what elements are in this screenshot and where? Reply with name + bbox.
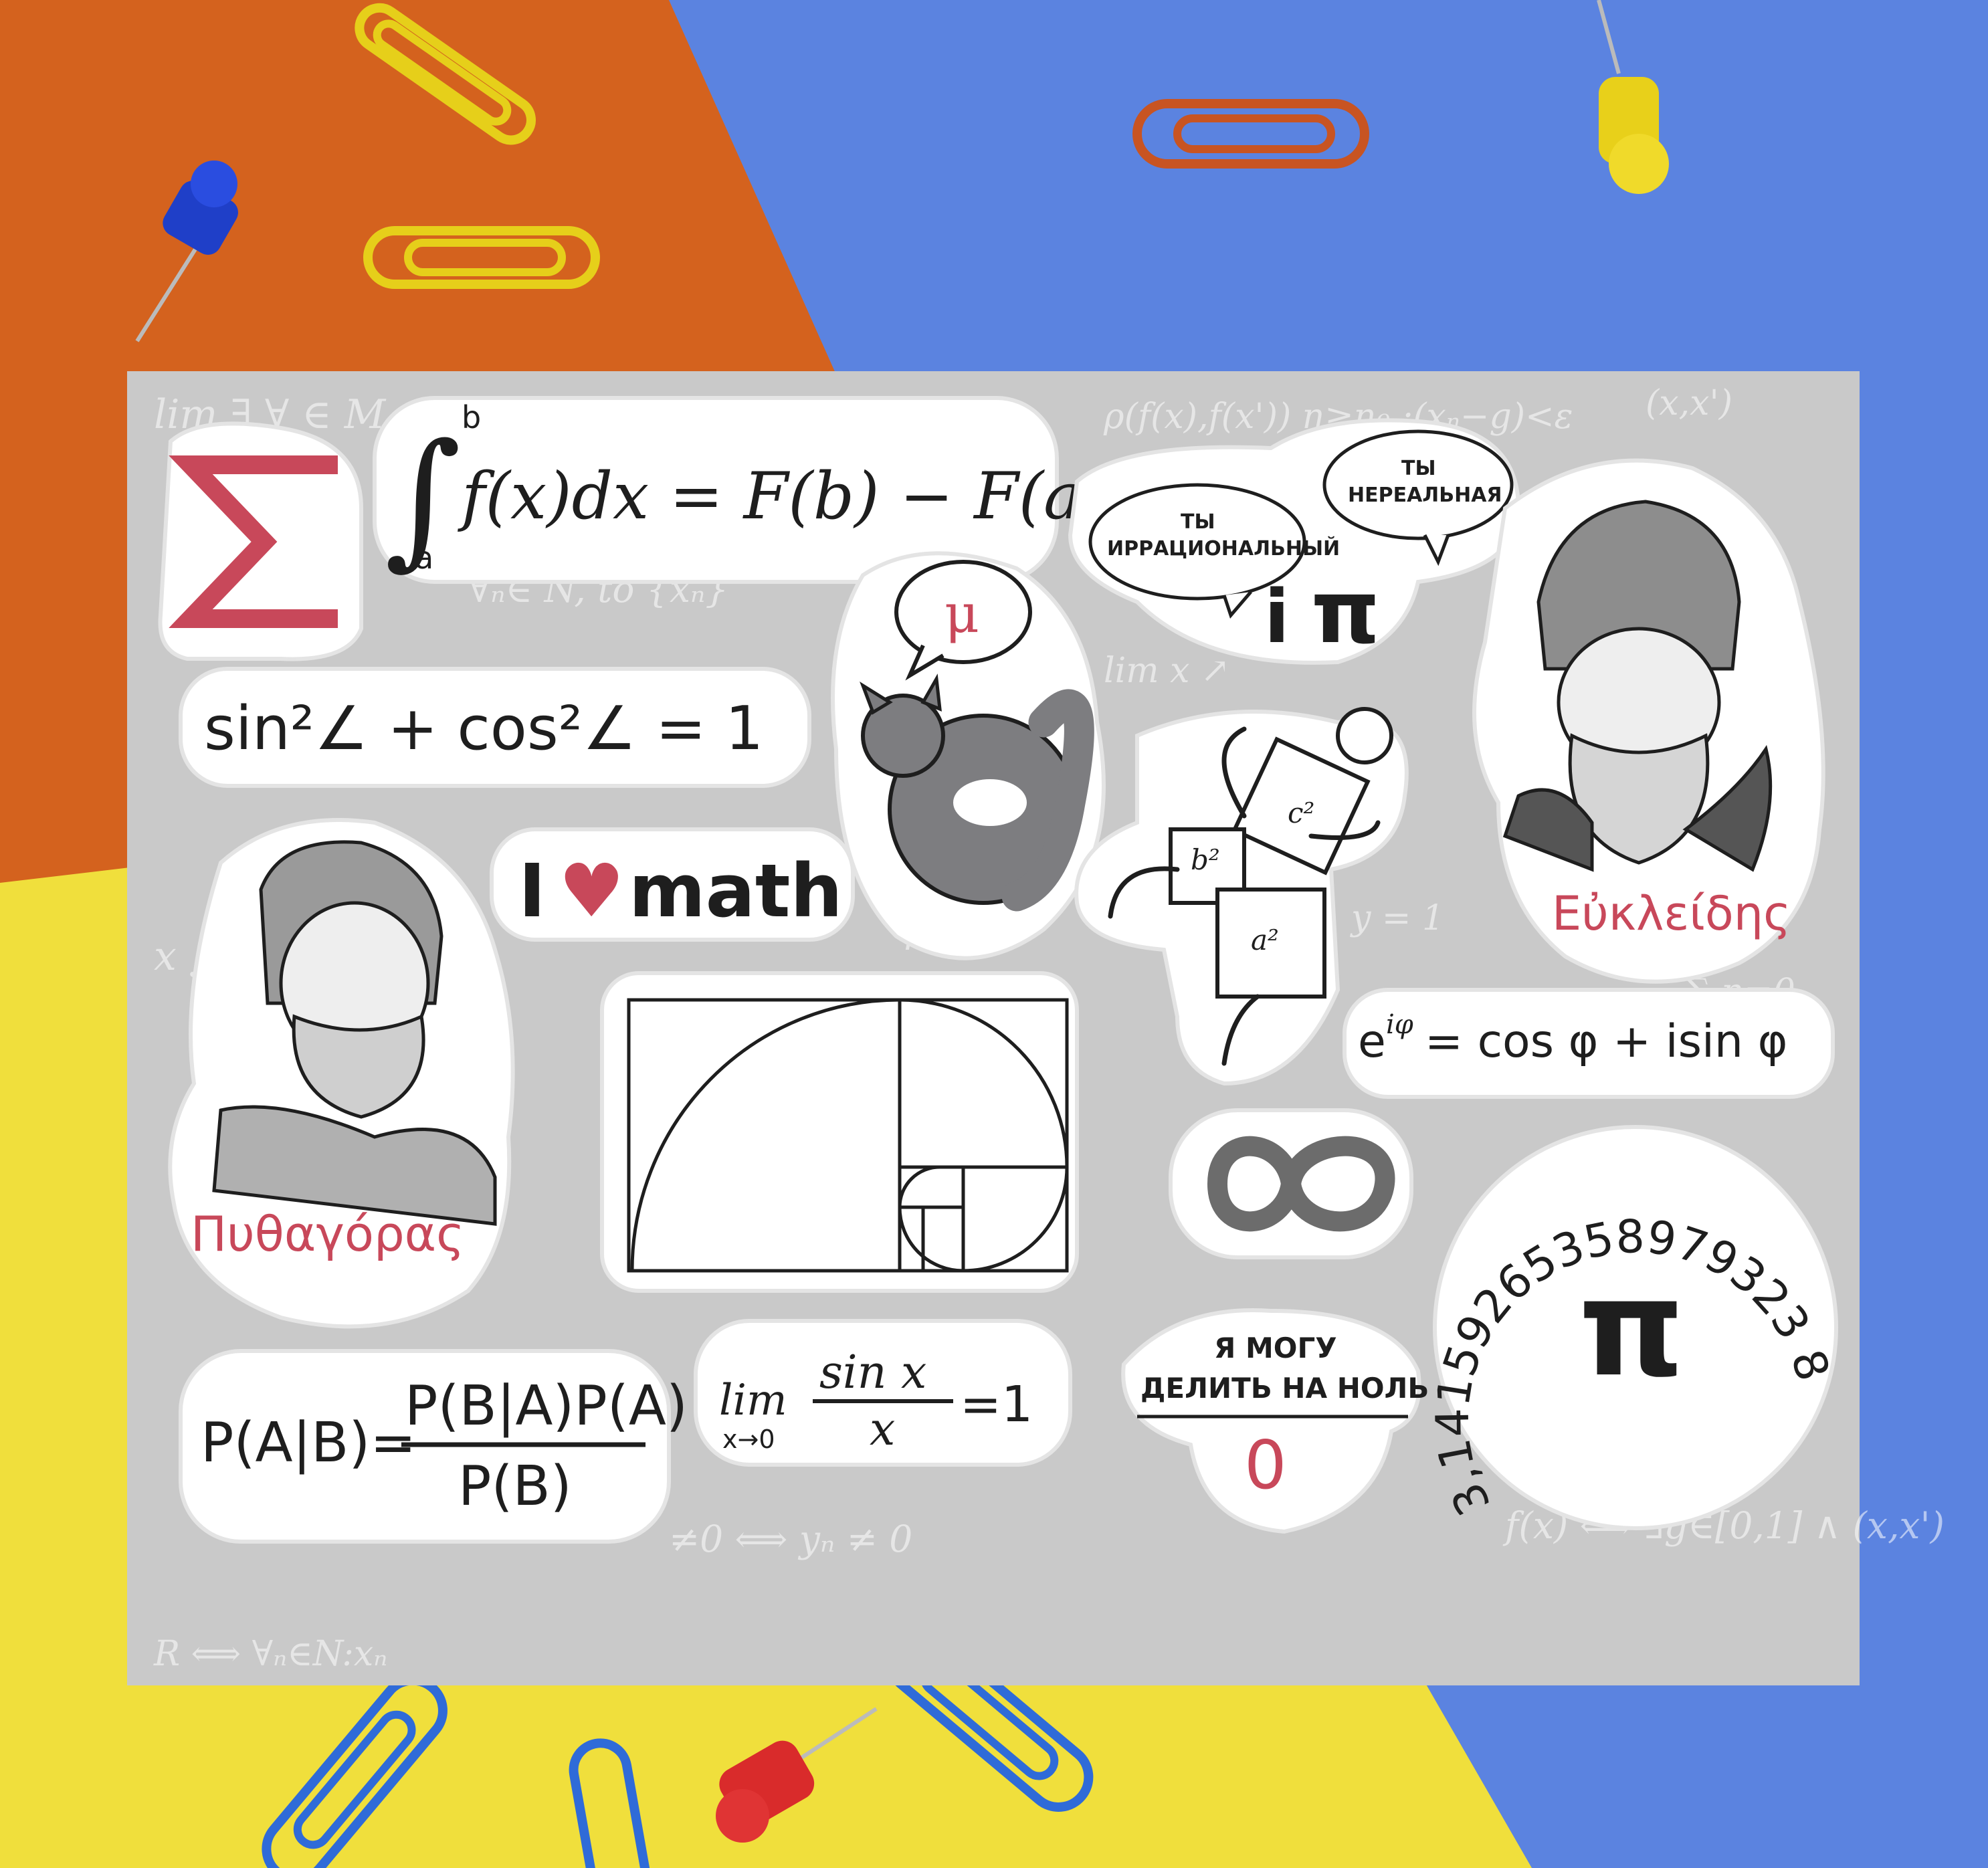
euclid-sticker: Εὐκλείδης xyxy=(1472,458,1825,984)
euler-rest: = cos φ + isin φ xyxy=(1425,1015,1787,1068)
limit-denominator: x xyxy=(870,1403,895,1456)
i-love-math-sticker: I ♥ math xyxy=(490,827,855,942)
bubble-right-line2: НЕРЕАЛЬНАЯ xyxy=(1348,484,1502,507)
bayes-denominator: P(B) xyxy=(458,1455,572,1518)
heart-icon: ♥ xyxy=(559,848,625,934)
square-a: a² xyxy=(1251,924,1279,956)
svg-text:≠0 ⟺ yₙ ≠ 0: ≠0 ⟺ yₙ ≠ 0 xyxy=(669,1518,912,1560)
euler-exponent: iφ xyxy=(1386,1009,1413,1040)
i-love-i: I xyxy=(518,848,546,934)
bayes-left: P(A|B)= xyxy=(201,1411,416,1475)
i-letter: i xyxy=(1264,574,1290,659)
svg-text:lim x ↗: lim x ↗ xyxy=(1104,651,1230,691)
bubble-left-line1: ТЫ xyxy=(1181,510,1215,534)
trig-identity-sticker: sin²∠ + cos²∠ = 1 xyxy=(179,667,811,788)
euclid-caption: Εὐκλείδης xyxy=(1552,886,1791,941)
golden-ratio-sticker xyxy=(600,971,1079,1293)
bubble-left-line2: ИРРАЦИОНАЛЬНЫЙ xyxy=(1107,536,1340,560)
integral-body: f(x)dx = F(b) − F(a) xyxy=(458,459,1107,534)
limit-sticker: lim x→0 sin x x =1 xyxy=(694,1319,1072,1467)
euler-sticker: e iφ = cos φ + isin φ xyxy=(1343,988,1835,1099)
square-c: c² xyxy=(1288,797,1314,829)
limit-sub: x→0 xyxy=(722,1425,775,1454)
bayes-sticker: P(A|B)= P(B|A)P(A) P(B) xyxy=(179,1349,688,1544)
pi-symbol: π xyxy=(1579,1251,1684,1407)
divide-zero-line1: Я МОГУ xyxy=(1214,1332,1337,1364)
divide-zero-zero: 0 xyxy=(1244,1426,1287,1504)
bayes-numerator: P(B|A)P(A) xyxy=(405,1374,688,1438)
svg-text:(x,x'): (x,x') xyxy=(1646,383,1732,423)
euler-base: e xyxy=(1358,1015,1386,1068)
pythagoras-caption: Πυθαγόρας xyxy=(191,1206,464,1262)
trig-identity-text: sin²∠ + cos²∠ = 1 xyxy=(204,694,763,764)
integral-sticker: ∫ b a f(x)dx = F(b) − F(a) xyxy=(373,396,1107,584)
svg-text:y = 1: y = 1 xyxy=(1350,898,1444,938)
photo-scene: lim ∃ ∀ ∈ M 𝓔 ρ(f(x),f(x')) n≥n₀ :(xₙ−g)… xyxy=(0,0,1988,1868)
limit-lim: lim xyxy=(719,1376,787,1425)
i-love-word: math xyxy=(629,848,843,934)
limit-numerator: sin x xyxy=(819,1346,926,1399)
limit-result: =1 xyxy=(960,1376,1033,1433)
pythagoras-sticker: Πυθαγόρας xyxy=(168,818,515,1329)
bubble-right-line1: ТЫ xyxy=(1401,457,1436,480)
divide-zero-line2: ДЕЛИТЬ НА НОЛЬ xyxy=(1140,1372,1429,1405)
svg-text:R ⟺ ∀ₙ∈N:xₙ: R ⟺ ∀ₙ∈N:xₙ xyxy=(153,1634,387,1674)
integral-lower: a xyxy=(415,540,433,576)
cat-sticker: μ xyxy=(831,551,1106,960)
infinity-sticker xyxy=(1169,1108,1413,1259)
cat-speech-text: μ xyxy=(945,583,979,645)
square-b: b² xyxy=(1191,843,1220,876)
integral-upper: b xyxy=(462,399,481,435)
pi-letter: π xyxy=(1311,561,1380,663)
